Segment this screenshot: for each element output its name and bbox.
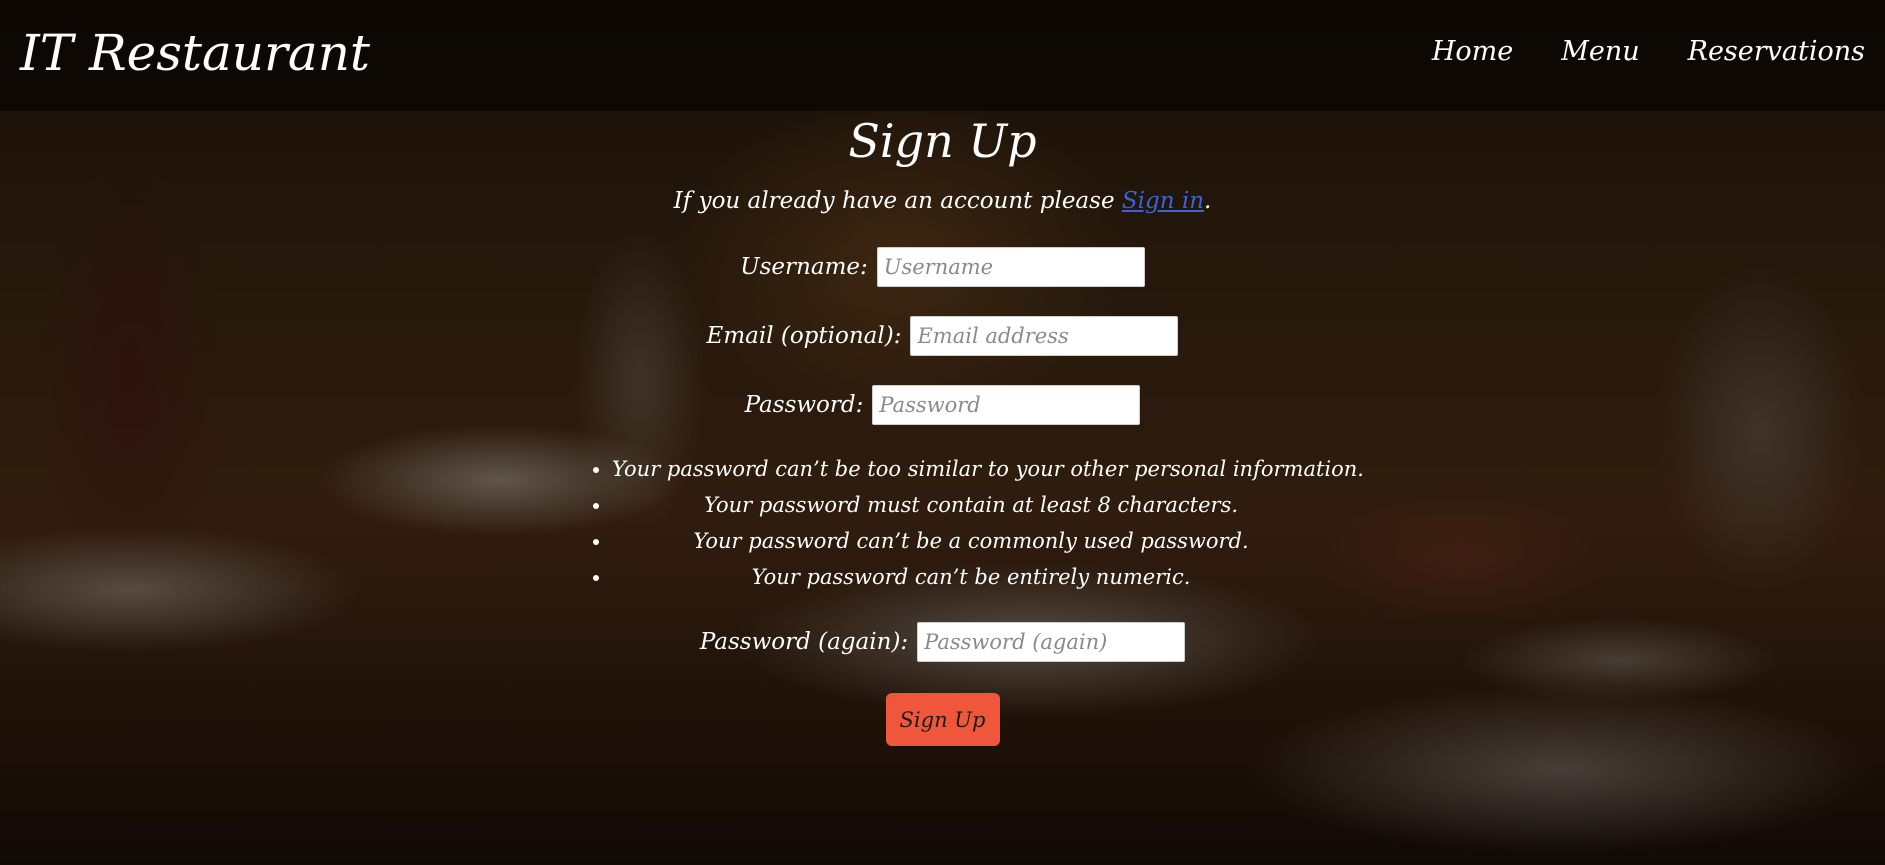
brand-logo[interactable]: IT Restaurant bbox=[20, 18, 370, 88]
password-again-label: Password (again): bbox=[699, 629, 909, 655]
password-row: Password: bbox=[0, 385, 1885, 425]
nav-link-reservations[interactable]: Reservations bbox=[1688, 30, 1865, 74]
signin-link[interactable]: Sign in bbox=[1122, 188, 1204, 214]
email-row: Email (optional): bbox=[0, 316, 1885, 356]
nav-link-menu[interactable]: Menu bbox=[1561, 30, 1639, 74]
page-title: Sign Up bbox=[848, 114, 1037, 168]
password-input[interactable] bbox=[872, 385, 1141, 425]
password-rule: Your password can’t be entirely numeric. bbox=[612, 559, 1330, 595]
navbar: IT Restaurant Home Menu Reservations bbox=[0, 0, 1885, 111]
password-rule: Your password must contain at least 8 ch… bbox=[612, 487, 1330, 523]
nav-link-home[interactable]: Home bbox=[1432, 30, 1513, 74]
email-label: Email (optional): bbox=[706, 323, 902, 349]
username-input[interactable] bbox=[876, 247, 1145, 287]
nav-links: Home Menu Reservations bbox=[1432, 30, 1865, 74]
password-again-row: Password (again): bbox=[0, 622, 1885, 662]
submit-row: Sign Up bbox=[0, 693, 1885, 746]
password-rule: Your password can’t be too similar to yo… bbox=[612, 451, 1364, 487]
signin-prompt: If you already have an account please Si… bbox=[0, 184, 1885, 218]
signin-prompt-text: If you already have an account please bbox=[673, 188, 1122, 214]
password-help-list: Your password can’t be too similar to yo… bbox=[582, 451, 1364, 595]
signup-button[interactable]: Sign Up bbox=[885, 693, 1000, 746]
password-rule: Your password can’t be a commonly used p… bbox=[612, 523, 1330, 559]
signin-prompt-period: . bbox=[1204, 188, 1212, 214]
password-label: Password: bbox=[744, 392, 864, 418]
password-again-input[interactable] bbox=[917, 622, 1186, 662]
email-input[interactable] bbox=[910, 316, 1179, 356]
username-label: Username: bbox=[740, 254, 868, 280]
username-row: Username: bbox=[0, 247, 1885, 287]
